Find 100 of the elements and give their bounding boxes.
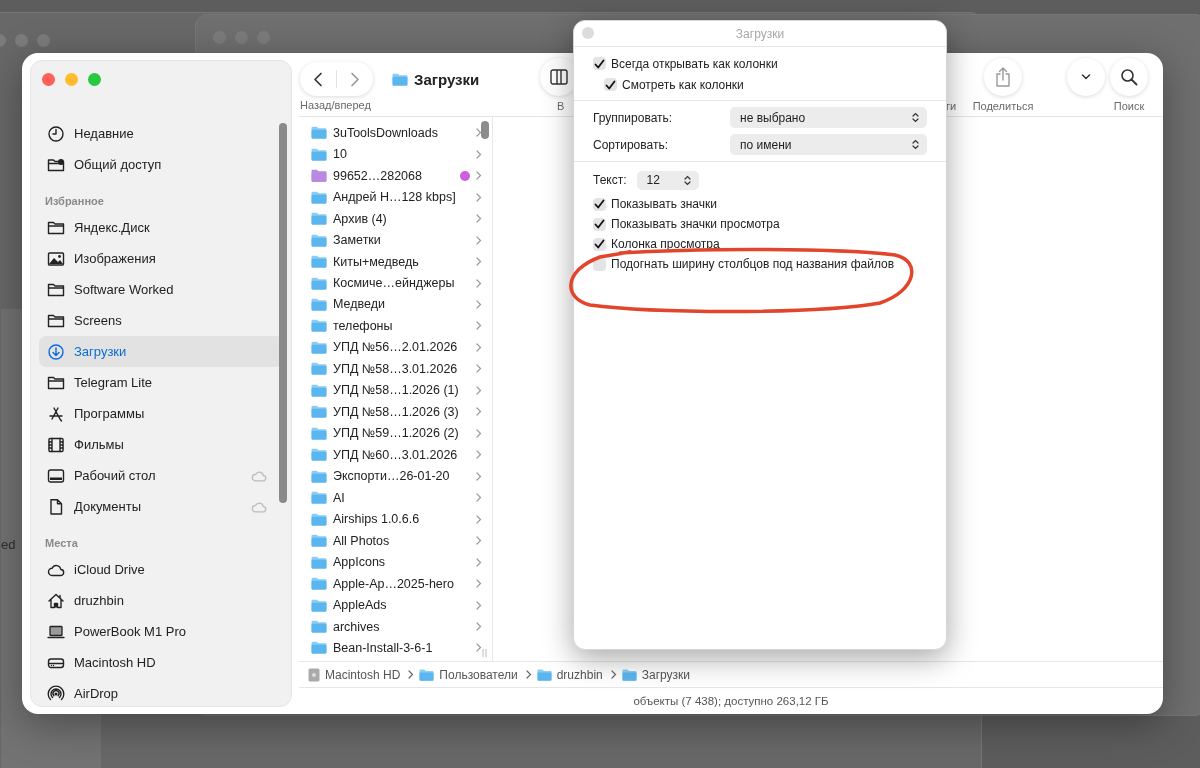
folder-row[interactable]: Apple-Ap…2025-hero (299, 572, 492, 595)
text-size-stepper[interactable]: 12 (636, 170, 699, 190)
chevron-icon (476, 622, 482, 631)
sidebar-item[interactable]: Macintosh HD (39, 647, 283, 678)
folder-row[interactable]: УПД №59…1.2026 (2) (299, 422, 492, 445)
chevron-icon (476, 428, 482, 438)
sidebar-item[interactable]: Telegram Lite (39, 367, 283, 398)
checkbox[interactable] (593, 217, 606, 231)
folder-row[interactable]: Заметки (299, 229, 492, 251)
path-item[interactable]: Пользователи (419, 667, 518, 682)
sidebar-item[interactable]: Общий доступ (39, 149, 283, 180)
folder-row[interactable]: 99652…282068 (299, 164, 492, 187)
folder-row[interactable]: archives (299, 615, 492, 638)
folder-row[interactable]: УПД №58…1.2026 (1) (299, 379, 492, 402)
sidebar-item[interactable]: Недавние (39, 118, 283, 149)
folder-icon (311, 276, 327, 290)
checkbox[interactable] (593, 57, 606, 70)
column-resize-handle[interactable] (482, 649, 487, 657)
chevron-icon (610, 670, 617, 679)
chevron-icon (476, 300, 482, 309)
checkmark-icon (594, 199, 605, 209)
share-button[interactable] (984, 58, 1022, 96)
folder-row[interactable]: Космиче…ейнджеры (299, 272, 492, 294)
folder-icon (311, 620, 327, 633)
chevron-icon (476, 128, 482, 138)
path-item[interactable]: druzhbin (536, 667, 603, 682)
folder-row[interactable]: Экспорти…26-01-20 (299, 465, 492, 487)
checkmark-icon (605, 79, 616, 90)
path-item[interactable]: Macintosh HD (308, 667, 401, 682)
columns-icon (550, 69, 568, 85)
option-label: Всегда открывать как колонки (611, 56, 778, 71)
path-item[interactable]: Загрузки (621, 667, 690, 682)
select-field[interactable]: не выбрано (730, 107, 927, 128)
folder-row[interactable]: 10 (299, 143, 492, 165)
chevron-icon (476, 600, 482, 610)
checkmark-icon (594, 239, 605, 249)
sidebar-item[interactable]: druzhbin (39, 585, 283, 616)
folder-row[interactable]: телефоны (299, 315, 492, 337)
folder-icon (311, 212, 327, 226)
folder-row[interactable]: All Photos (299, 529, 492, 552)
chevron-icon (476, 257, 482, 267)
folder-icon (311, 255, 327, 269)
sidebar-item[interactable]: PowerBook M1 Pro (39, 616, 283, 647)
folder-row[interactable]: Андрей Н…128 kbps] (299, 186, 492, 208)
chevron-icon (476, 171, 482, 181)
close-button[interactable] (42, 73, 55, 86)
film-icon (47, 435, 65, 454)
sidebar-item[interactable]: AirDrop (39, 678, 283, 706)
field-label: Группировать: (593, 110, 674, 125)
sidebar-item[interactable]: iCloud Drive (39, 554, 283, 585)
folder-row[interactable]: AI (299, 486, 492, 509)
download-icon (47, 342, 65, 361)
option-label: Показывать значки (611, 197, 717, 211)
folder-icon (311, 512, 327, 526)
toolbar-label: Поиск (1113, 100, 1145, 112)
folder-icon (311, 190, 327, 204)
chevron-icon (476, 557, 482, 567)
folder-row[interactable]: УПД №58…1.2026 (3) (299, 401, 492, 423)
panel-title: Загрузки (735, 26, 785, 41)
chevron-icon (476, 579, 482, 589)
folder-row[interactable]: Airships 1.0.6.6 (299, 508, 492, 530)
folder-row[interactable]: Архив (4) (299, 207, 492, 230)
checkbox[interactable] (604, 78, 617, 91)
sidebar-item[interactable]: Screens (39, 305, 283, 336)
checkmark-icon (594, 219, 605, 229)
folder-row[interactable]: Медведи (299, 293, 492, 316)
airdrop-icon (47, 684, 65, 703)
chevron-icon (525, 670, 532, 679)
chevron-icon (476, 321, 482, 331)
checkbox[interactable] (593, 237, 606, 251)
sidebar-item[interactable]: Рабочий стол (39, 460, 283, 491)
folder-icon (419, 668, 435, 681)
checkbox[interactable] (593, 197, 606, 211)
folder-row[interactable]: Киты+медведь (299, 250, 492, 273)
scrollbar[interactable] (279, 123, 287, 503)
scrollbar[interactable] (481, 121, 489, 139)
sidebar-item[interactable]: Документы (39, 491, 283, 522)
zoom-button[interactable] (88, 73, 101, 86)
hard-drive-icon (308, 667, 320, 682)
sidebar-item[interactable]: Яндекс.Диск (39, 212, 283, 243)
folder-row[interactable]: УПД №60…3.01.2026 (299, 444, 492, 466)
chevron-icon (476, 235, 482, 245)
sidebar-item[interactable]: Изображения (39, 243, 283, 274)
select-field[interactable]: по имени (730, 134, 927, 155)
folder-row[interactable]: УПД №58…3.01.2026 (299, 358, 492, 380)
search-button[interactable] (1110, 58, 1148, 96)
folder-row[interactable]: УПД №56…2.01.2026 (299, 336, 492, 359)
sidebar-item[interactable]: Software Worked (39, 274, 283, 305)
sidebar-item[interactable]: Программы (39, 398, 283, 429)
folder-row[interactable]: AppIcons (299, 551, 492, 573)
chevron-icon (476, 450, 482, 460)
folder-row[interactable]: AppleAds (299, 594, 492, 616)
chevron-left-icon (313, 71, 323, 87)
folder-row[interactable]: 3uToolsDownloads (299, 122, 492, 144)
folder-icon (311, 233, 327, 247)
sidebar-item[interactable]: Фильмы (39, 429, 283, 460)
folder-icon (311, 641, 327, 655)
chevron-icon (408, 670, 415, 679)
folder-row[interactable]: Bean-Install-3-6-1 (299, 637, 492, 659)
updown-arrows-icon (683, 174, 691, 186)
